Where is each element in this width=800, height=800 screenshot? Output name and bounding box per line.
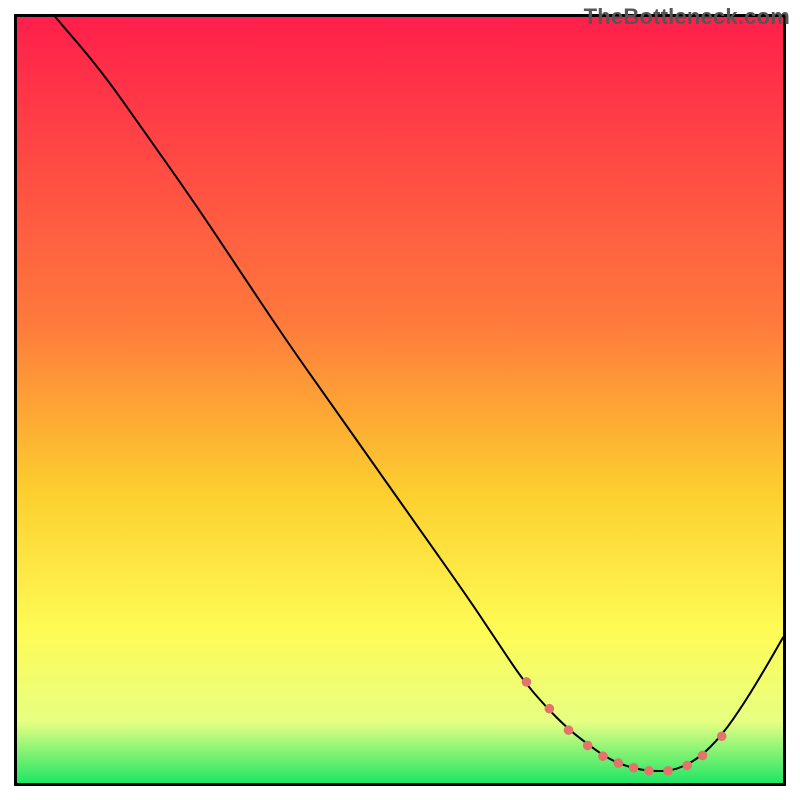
- highlight-dot: [682, 761, 692, 771]
- chart-frame: TheBottleneck.com: [0, 0, 800, 800]
- highlight-dot: [583, 741, 593, 751]
- highlight-dot: [522, 677, 532, 687]
- watermark-label: TheBottleneck.com: [584, 4, 790, 30]
- highlight-dot: [598, 751, 608, 761]
- highlight-dots-group: [522, 677, 727, 775]
- plot-border: [14, 14, 786, 786]
- highlight-dot: [698, 751, 708, 761]
- highlight-dot: [663, 766, 673, 776]
- bottleneck-curve: [55, 17, 783, 771]
- curve-layer: [17, 17, 783, 783]
- plot-area: [17, 17, 783, 783]
- highlight-dot: [644, 766, 654, 776]
- highlight-dot: [545, 704, 555, 714]
- highlight-dot: [564, 725, 574, 735]
- highlight-dot: [717, 731, 727, 741]
- highlight-dot: [614, 758, 624, 768]
- highlight-dot: [629, 763, 639, 773]
